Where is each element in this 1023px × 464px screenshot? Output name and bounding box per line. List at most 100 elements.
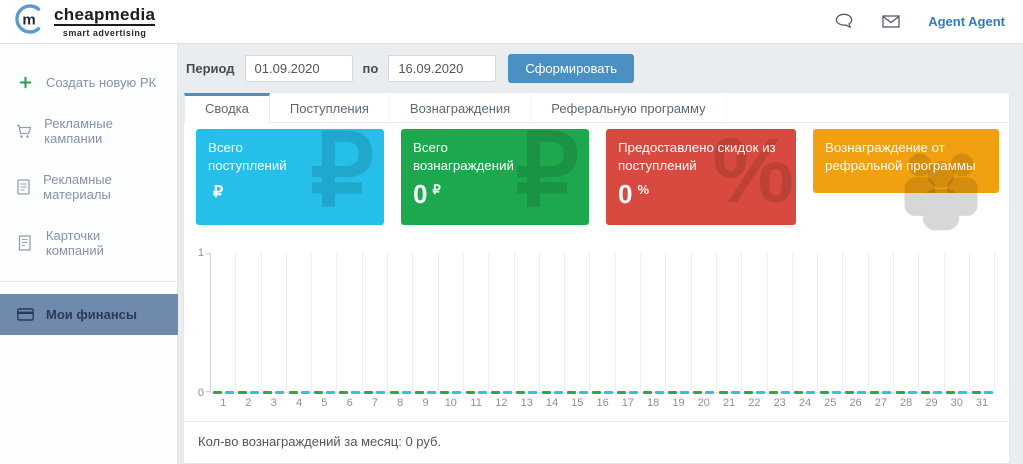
tab-incomes[interactable]: Поступления — [270, 93, 390, 123]
chart-bar — [250, 391, 259, 394]
sidebar-item-company-cards[interactable]: Карточки компаний — [0, 215, 177, 271]
period-to-input[interactable] — [388, 55, 496, 82]
y-tick-label: 1 — [198, 247, 204, 259]
chart-bar — [655, 391, 664, 394]
chart-bar — [339, 391, 348, 394]
card-value: ₽ — [196, 175, 384, 201]
chart-zero-bars — [238, 391, 259, 394]
chart-day-group: 4 — [287, 253, 312, 392]
chart-x-tick-label: 14 — [540, 397, 564, 409]
chart-bar — [958, 391, 967, 394]
tab-summary[interactable]: Сводка — [184, 93, 270, 124]
chart-zero-bars — [213, 391, 234, 394]
sidebar-item-materials[interactable]: Рекламные материалы — [0, 159, 177, 215]
sidebar-item-my-finances[interactable]: Мои финансы — [0, 294, 178, 335]
top-header: m cheapmedia smart advertising Agent Age… — [0, 0, 1023, 44]
chart-day-group: 28 — [894, 253, 919, 392]
chart-x-tick-label: 11 — [464, 397, 488, 409]
chart-x-tick-label: 15 — [565, 397, 589, 409]
plus-icon — [16, 76, 34, 89]
chart-bar — [794, 391, 803, 394]
chart-day-group: 21 — [717, 253, 742, 392]
chat-icon[interactable] — [835, 13, 854, 30]
sidebar-item-create-campaign[interactable]: Создать новую РК — [0, 62, 177, 103]
chart-zero-bars — [946, 391, 967, 394]
chart-bar — [629, 391, 638, 394]
generate-report-button[interactable]: Сформировать — [508, 54, 634, 83]
chart-day-group: 11 — [464, 253, 489, 392]
chart-day-group: 27 — [869, 253, 894, 392]
document-icon — [16, 179, 31, 195]
chart-bar — [668, 391, 677, 394]
chart-x-tick-label: 6 — [337, 397, 361, 409]
mail-icon[interactable] — [882, 15, 900, 28]
chart-bar — [617, 391, 626, 394]
chart-zero-bars — [390, 391, 411, 394]
monthly-summary-text: Кол-во вознаграждений за месяц: 0 руб. — [184, 421, 1009, 463]
chart-day-group: 15 — [565, 253, 590, 392]
chart-x-tick-label: 8 — [388, 397, 412, 409]
chart-bar — [984, 391, 993, 394]
chart-zero-bars — [693, 391, 714, 394]
chart-day-group: 10 — [439, 253, 464, 392]
chart-day-group: 9 — [413, 253, 438, 392]
chart-bar — [781, 391, 790, 394]
chart-zero-bars — [491, 391, 512, 394]
chart-bar — [364, 391, 373, 394]
card-total-rewards: ₽ Всего вознаграждений 0₽ — [401, 129, 589, 225]
chart-bar — [756, 391, 765, 394]
chart-bar — [427, 391, 436, 394]
chart-bar — [351, 391, 360, 394]
chart-day-group: 3 — [262, 253, 287, 392]
chart-x-tick-label: 24 — [793, 397, 817, 409]
chart-day-group: 22 — [742, 253, 767, 392]
chart-zero-bars — [921, 391, 942, 394]
user-menu[interactable]: Agent Agent — [928, 14, 1005, 29]
chart-bar — [567, 391, 576, 394]
chart-bar — [263, 391, 272, 394]
chart-day-group: 20 — [692, 253, 717, 392]
chart-bar — [289, 391, 298, 394]
chart-bar — [705, 391, 714, 394]
chart-bar — [542, 391, 551, 394]
tab-rewards[interactable]: Вознаграждения — [390, 93, 531, 123]
chart-zero-bars — [440, 391, 461, 394]
chart-x-tick-label: 20 — [692, 397, 716, 409]
chart-bar — [440, 391, 449, 394]
chart-x-tick-label: 18 — [641, 397, 665, 409]
period-from-input[interactable] — [245, 55, 353, 82]
tab-bar: Сводка Поступления Вознаграждения Рефера… — [184, 93, 1009, 123]
chart-zero-bars — [567, 391, 588, 394]
chart-day-group: 23 — [768, 253, 793, 392]
sidebar-divider — [0, 281, 177, 282]
logo[interactable]: m cheapmedia smart advertising — [12, 2, 155, 41]
chart-x-tick-label: 31 — [970, 397, 994, 409]
chart-x-tick-label: 29 — [919, 397, 943, 409]
sidebar-item-label: Рекламные кампании — [44, 116, 161, 146]
chart-x-tick-label: 13 — [515, 397, 539, 409]
period-filter-bar: Период по Сформировать — [186, 54, 1009, 83]
chart-bar — [376, 391, 385, 394]
chart-x-tick-label: 17 — [616, 397, 640, 409]
chart-bar — [643, 391, 652, 394]
chart-x-tick-label: 26 — [843, 397, 867, 409]
chart-bar — [238, 391, 247, 394]
chart-bar — [478, 391, 487, 394]
daily-rewards-chart: 1 0 123456789101112131415161718192021222… — [192, 253, 995, 417]
sidebar-item-campaigns[interactable]: Рекламные кампании — [0, 103, 177, 159]
card-total-incomes: ₽ Всего поступлений ₽ — [196, 129, 384, 225]
chart-bar — [213, 391, 222, 394]
chart-x-tick-label: 21 — [717, 397, 741, 409]
chart-y-axis: 1 0 — [192, 253, 210, 393]
chart-zero-bars — [466, 391, 487, 394]
chart-bar — [693, 391, 702, 394]
tab-referral-program[interactable]: Реферальную программу — [531, 93, 726, 123]
chart-bar — [326, 391, 335, 394]
chart-zero-bars — [719, 391, 740, 394]
card-title: Предоставлено скидок из поступлений — [606, 129, 796, 175]
card-referral-reward: Вознаграждение от рефральной программы — [813, 129, 999, 193]
chart-day-group: 19 — [666, 253, 691, 392]
header-actions: Agent Agent — [835, 13, 1005, 30]
chart-x-tick-label: 2 — [236, 397, 260, 409]
card-title: Всего поступлений — [196, 129, 384, 175]
